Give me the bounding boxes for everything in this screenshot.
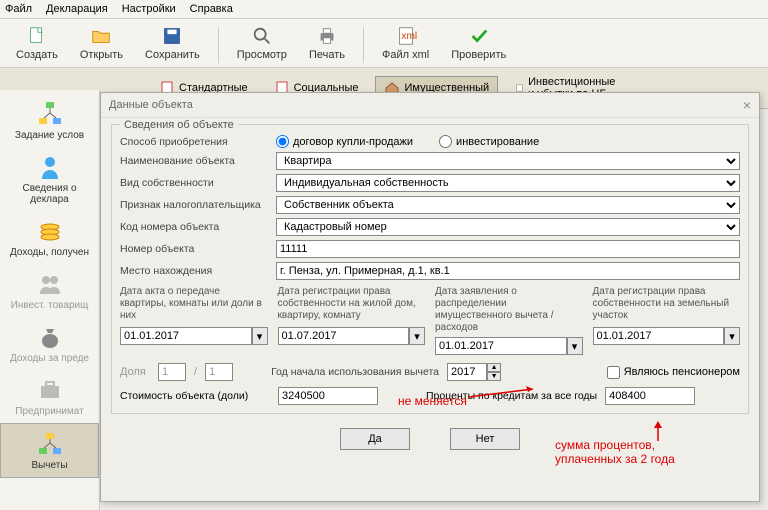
menu-declaration[interactable]: Декларация — [46, 3, 108, 15]
sidebar-deductions[interactable]: Вычеты — [0, 423, 99, 478]
money-bag-icon — [36, 323, 64, 351]
sidebar-invest[interactable]: Инвест. товарищ — [0, 264, 99, 317]
date1-input[interactable] — [120, 327, 252, 345]
number-input[interactable] — [276, 240, 740, 258]
taxpayer-label: Признак налогоплательщика — [120, 199, 270, 211]
radio-purchase[interactable]: договор купли-продажи — [276, 135, 413, 148]
sidebar-declarant-info[interactable]: Сведения о деклара — [0, 147, 99, 211]
date2-label: Дата регистрации права собственности на … — [278, 286, 426, 324]
sidebar: Задание услов Сведения о деклара Доходы,… — [0, 90, 100, 510]
date3-label: Дата заявления о распределении имуществе… — [435, 286, 583, 334]
ok-button[interactable]: Да — [340, 428, 410, 450]
cancel-button[interactable]: Нет — [450, 428, 520, 450]
xml-button[interactable]: xml Файл xml — [374, 23, 437, 63]
dialog-titlebar: Данные объекта × — [101, 93, 759, 118]
open-button[interactable]: Открыть — [72, 23, 131, 63]
calendar-icon[interactable]: ▾ — [567, 337, 583, 355]
sidebar-conditions[interactable]: Задание услов — [0, 94, 99, 147]
new-document-icon — [26, 25, 48, 47]
menu-settings[interactable]: Настройки — [122, 3, 176, 15]
check-button[interactable]: Проверить — [443, 23, 514, 63]
year-spinner[interactable]: ▲ ▼ — [447, 363, 501, 381]
code-select[interactable]: Кадастровый номер — [276, 218, 740, 236]
sidebar-abroad[interactable]: Доходы за преде — [0, 317, 99, 370]
code-label: Код номера объекта — [120, 221, 270, 233]
save-button[interactable]: Сохранить — [137, 23, 208, 63]
people-icon — [36, 270, 64, 298]
spin-down-icon[interactable]: ▼ — [487, 372, 501, 381]
close-icon[interactable]: × — [743, 97, 751, 113]
year-label: Год начала использования вычета — [271, 366, 439, 378]
location-input[interactable] — [276, 262, 740, 280]
taxpayer-select[interactable]: Собственник объекта — [276, 196, 740, 214]
calendar-icon[interactable]: ▾ — [252, 327, 268, 345]
cost-input[interactable] — [278, 387, 378, 405]
date4-input[interactable] — [593, 327, 725, 345]
year-input[interactable] — [447, 363, 487, 381]
person-icon — [36, 153, 64, 181]
coins-icon — [36, 217, 64, 245]
xml-file-icon: xml — [395, 25, 417, 47]
percent-input[interactable] — [605, 387, 695, 405]
date1-label: Дата акта о передаче квартиры, комнаты и… — [120, 286, 268, 324]
date3-input[interactable] — [435, 337, 567, 355]
pensioner-checkbox[interactable]: Являюсь пенсионером — [607, 366, 740, 379]
calendar-icon[interactable]: ▾ — [409, 327, 425, 345]
check-icon — [468, 25, 490, 47]
save-icon — [161, 25, 183, 47]
ownership-select[interactable]: Индивидуальная собственность — [276, 174, 740, 192]
menubar: Файл Декларация Настройки Справка — [0, 0, 768, 19]
dialog-title-text: Данные объекта — [109, 99, 193, 111]
svg-text:xml: xml — [401, 31, 417, 42]
preview-button[interactable]: Просмотр — [229, 23, 295, 63]
sidebar-entrepreneur[interactable]: Предпринимат — [0, 370, 99, 423]
deduction-icon — [36, 430, 64, 458]
name-label: Наименование объекта — [120, 155, 270, 167]
menu-help[interactable]: Справка — [190, 3, 233, 15]
folder-open-icon — [90, 25, 112, 47]
separator — [218, 27, 219, 63]
share-b-input[interactable] — [205, 363, 233, 381]
date2-input[interactable] — [278, 327, 410, 345]
number-label: Номер объекта — [120, 243, 270, 255]
object-name-select[interactable]: Квартира — [276, 152, 740, 170]
print-button[interactable]: Печать — [301, 23, 353, 63]
calendar-icon[interactable]: ▾ — [724, 327, 740, 345]
object-fieldset: Сведения об объекте Способ приобретения … — [111, 124, 749, 414]
toolbar: Создать Открыть Сохранить Просмотр Печат… — [0, 19, 768, 68]
cost-label: Стоимость объекта (доли) — [120, 390, 270, 402]
object-data-dialog: Данные объекта × Сведения об объекте Спо… — [100, 92, 760, 502]
flowchart-icon — [36, 100, 64, 128]
location-label: Место нахождения — [120, 265, 270, 277]
create-button[interactable]: Создать — [8, 23, 66, 63]
share-a-input[interactable] — [158, 363, 186, 381]
percent-label: Проценты по кредитам за все годы — [426, 390, 597, 402]
radio-investment[interactable]: инвестирование — [439, 135, 539, 148]
briefcase-icon — [36, 376, 64, 404]
sidebar-income[interactable]: Доходы, получен — [0, 211, 99, 264]
separator — [363, 27, 364, 63]
printer-icon — [316, 25, 338, 47]
ownership-label: Вид собственности — [120, 177, 270, 189]
magnifier-icon — [251, 25, 273, 47]
method-label: Способ приобретения — [120, 136, 270, 148]
date4-label: Дата регистрации права собственности на … — [593, 286, 741, 324]
menu-file[interactable]: Файл — [5, 3, 32, 15]
spin-up-icon[interactable]: ▲ — [487, 363, 501, 372]
share-label: Доля — [120, 366, 150, 378]
